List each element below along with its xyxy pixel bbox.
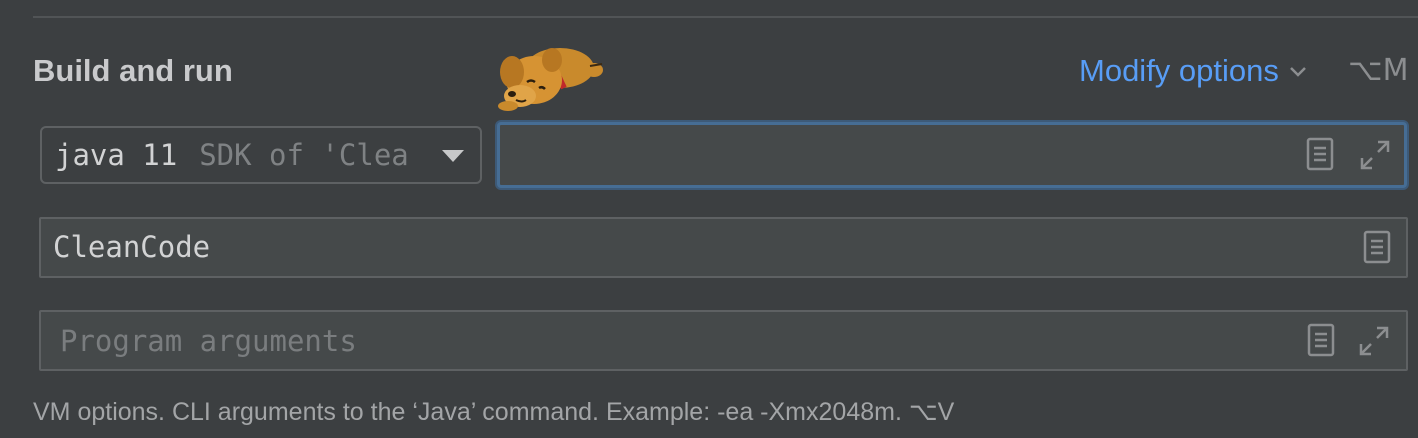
section-title: Build and run <box>33 53 233 88</box>
expand-icon[interactable] <box>1358 138 1392 172</box>
main-class-value[interactable]: CleanCode <box>53 230 210 264</box>
vm-options-field[interactable] <box>497 122 1418 188</box>
dropdown-arrow-icon[interactable] <box>442 150 464 162</box>
chevron-down-icon[interactable] <box>1287 60 1309 82</box>
document-icon[interactable] <box>1307 323 1337 359</box>
jdk-select-hint: SDK of 'Clea <box>199 138 409 172</box>
document-icon[interactable] <box>1306 137 1336 173</box>
main-class-field[interactable]: CleanCode <box>39 217 1408 278</box>
vm-options-input[interactable] <box>517 133 1418 175</box>
jdk-select-value: java 11 <box>55 138 178 172</box>
jdk-select[interactable]: java 11 SDK of 'Clea <box>40 126 482 184</box>
expand-icon[interactable] <box>1357 324 1391 358</box>
run-configuration-panel: Build and run Modify options ⌥M java 11 … <box>0 0 1418 438</box>
modify-options-link[interactable]: Modify options <box>1079 52 1309 90</box>
section-divider <box>33 16 1418 18</box>
program-arguments-input[interactable] <box>58 320 1262 362</box>
document-icon[interactable] <box>1363 230 1393 266</box>
vm-options-hint: VM options. CLI arguments to the ‘Java’ … <box>33 398 955 426</box>
program-arguments-field[interactable] <box>39 310 1408 371</box>
modify-options-shortcut: ⌥M <box>1348 53 1409 88</box>
modify-options-label[interactable]: Modify options <box>1079 52 1279 90</box>
dog-mascot-icon <box>498 48 603 111</box>
